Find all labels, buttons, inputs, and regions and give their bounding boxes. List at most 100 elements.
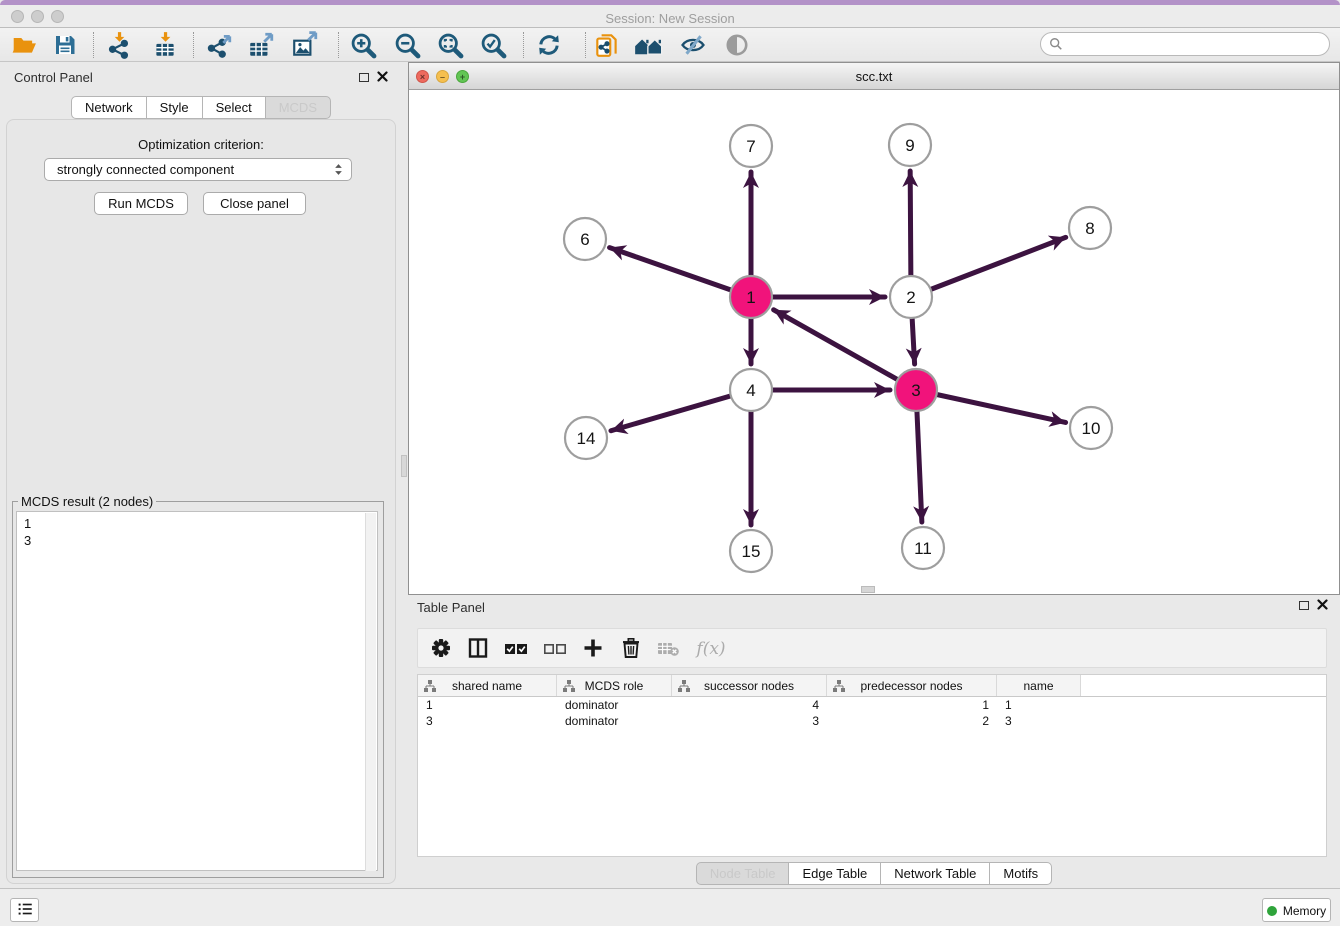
column-header-predecessor-nodes[interactable]: predecessor nodes (827, 675, 997, 696)
graph-node-4[interactable]: 4 (730, 369, 772, 411)
trash-icon (619, 636, 643, 660)
tab-network[interactable]: Network (71, 96, 147, 119)
column-header-name[interactable]: name (997, 675, 1081, 696)
graph-node-15[interactable]: 15 (730, 530, 772, 572)
export-network-button[interactable] (204, 31, 234, 59)
refresh-view-button[interactable] (534, 31, 564, 59)
select-all-button[interactable] (501, 635, 531, 663)
function-builder-button[interactable]: f(x) (690, 635, 732, 663)
column-header-shared-name[interactable]: shared name (418, 675, 557, 696)
table-cell[interactable]: 4 (672, 697, 827, 713)
column-type-icon (563, 680, 575, 692)
graph-node-2[interactable]: 2 (890, 276, 932, 318)
zoom-in-button[interactable] (348, 31, 378, 59)
graph-node-6[interactable]: 6 (564, 218, 606, 260)
delete-table-button[interactable] (654, 635, 684, 663)
graph-edge-3-1[interactable] (774, 310, 916, 390)
graph-node-label: 9 (905, 136, 914, 155)
control-panel-close-icon[interactable] (377, 71, 388, 85)
table-panel-float-icon[interactable] (1299, 601, 1309, 610)
export-network-icon (205, 31, 233, 59)
export-image-button[interactable] (290, 31, 320, 59)
graph-node-9[interactable]: 9 (889, 124, 931, 166)
run-mcds-button[interactable]: Run MCDS (94, 192, 188, 215)
import-network-icon (105, 31, 133, 59)
table-cell[interactable]: 3 (418, 713, 557, 729)
deselect-all-button[interactable] (540, 635, 570, 663)
table-cell[interactable]: dominator (557, 713, 672, 729)
graph-node-label: 8 (1085, 219, 1094, 238)
table-cell[interactable]: 2 (827, 713, 997, 729)
toolbar-separator (523, 32, 524, 58)
graph-node-11[interactable]: 11 (902, 527, 944, 569)
home-button[interactable] (634, 31, 664, 59)
open-session-button[interactable] (9, 31, 39, 59)
zoom-selected-button[interactable] (478, 31, 508, 59)
table-cell[interactable]: 3 (672, 713, 827, 729)
tab-mcds[interactable]: MCDS (265, 96, 331, 119)
graph-edge-2-8[interactable] (911, 237, 1066, 297)
column-header-label: MCDS role (585, 679, 644, 693)
tab-edge-table[interactable]: Edge Table (788, 862, 881, 885)
graph-node-1[interactable]: 1 (730, 276, 772, 318)
save-session-button[interactable] (50, 31, 80, 59)
close-panel-button[interactable]: Close panel (203, 192, 306, 215)
graph-node-3[interactable]: 3 (895, 369, 937, 411)
search-field (1040, 32, 1330, 56)
column-header-mcds-role[interactable]: MCDS role (557, 675, 672, 696)
tab-node-table[interactable]: Node Table (696, 862, 790, 885)
graph-node-label: 10 (1082, 419, 1101, 438)
graph-node-7[interactable]: 7 (730, 125, 772, 167)
table-panel-close-icon[interactable] (1317, 599, 1328, 613)
tab-style[interactable]: Style (146, 96, 203, 119)
zoom-out-button[interactable] (392, 31, 422, 59)
gear-icon (429, 636, 453, 660)
network-splitter-grip[interactable] (861, 586, 875, 593)
table-cell[interactable]: 3 (997, 713, 1081, 729)
task-history-button[interactable] (10, 898, 39, 922)
export-table-button[interactable] (246, 31, 276, 59)
graphics-details-button[interactable] (678, 31, 708, 59)
select-all-icon (503, 636, 529, 660)
optimization-select[interactable]: strongly connected component (44, 158, 352, 181)
graph-edge-1-6[interactable] (610, 248, 751, 297)
mcds-result-scrollbar[interactable] (365, 513, 376, 871)
table-cell[interactable]: dominator (557, 697, 672, 713)
graph-node-8[interactable]: 8 (1069, 207, 1111, 249)
graph-edge-3-10[interactable] (916, 390, 1066, 422)
import-network-button[interactable] (104, 31, 134, 59)
delete-column-button[interactable] (616, 635, 646, 663)
close-icon (1317, 599, 1328, 610)
import-table-button[interactable] (150, 31, 180, 59)
graph-node-10[interactable]: 10 (1070, 407, 1112, 449)
table-row[interactable]: 1dominator411 (418, 697, 1326, 713)
tab-motifs[interactable]: Motifs (989, 862, 1052, 885)
graph-node-14[interactable]: 14 (565, 417, 607, 459)
window-title: Session: New Session (0, 11, 1340, 26)
table-cell[interactable]: 1 (997, 697, 1081, 713)
tab-network-table[interactable]: Network Table (880, 862, 990, 885)
bird-view-button[interactable] (722, 31, 752, 59)
table-settings-button[interactable] (426, 635, 456, 663)
network-canvas[interactable]: 1 2 3 4 6 7 8 9 10 11 14 15 (409, 90, 1339, 594)
control-panel-float-icon[interactable] (359, 73, 369, 82)
tab-select[interactable]: Select (202, 96, 266, 119)
close-icon (377, 71, 388, 82)
search-input[interactable] (1063, 37, 1321, 51)
zoom-fit-button[interactable] (435, 31, 465, 59)
column-header-successor-nodes[interactable]: successor nodes (672, 675, 827, 696)
column-type-icon (678, 680, 690, 692)
table-row[interactable]: 3dominator323 (418, 713, 1326, 729)
table-header-row: shared name MCDS role successor nodesprede… (418, 675, 1326, 697)
mcds-result-list[interactable]: 13 (16, 511, 378, 871)
add-column-button[interactable] (578, 635, 608, 663)
table-cell[interactable]: 1 (827, 697, 997, 713)
graph-node-label: 15 (742, 542, 761, 561)
splitter-grip[interactable] (401, 455, 407, 477)
table-cell[interactable]: 1 (418, 697, 557, 713)
mcds-result-line: 3 (24, 532, 377, 549)
show-columns-button[interactable] (463, 635, 493, 663)
panel-splitter[interactable] (401, 62, 407, 888)
clone-network-button[interactable] (592, 31, 622, 59)
memory-button[interactable]: Memory (1262, 898, 1331, 922)
